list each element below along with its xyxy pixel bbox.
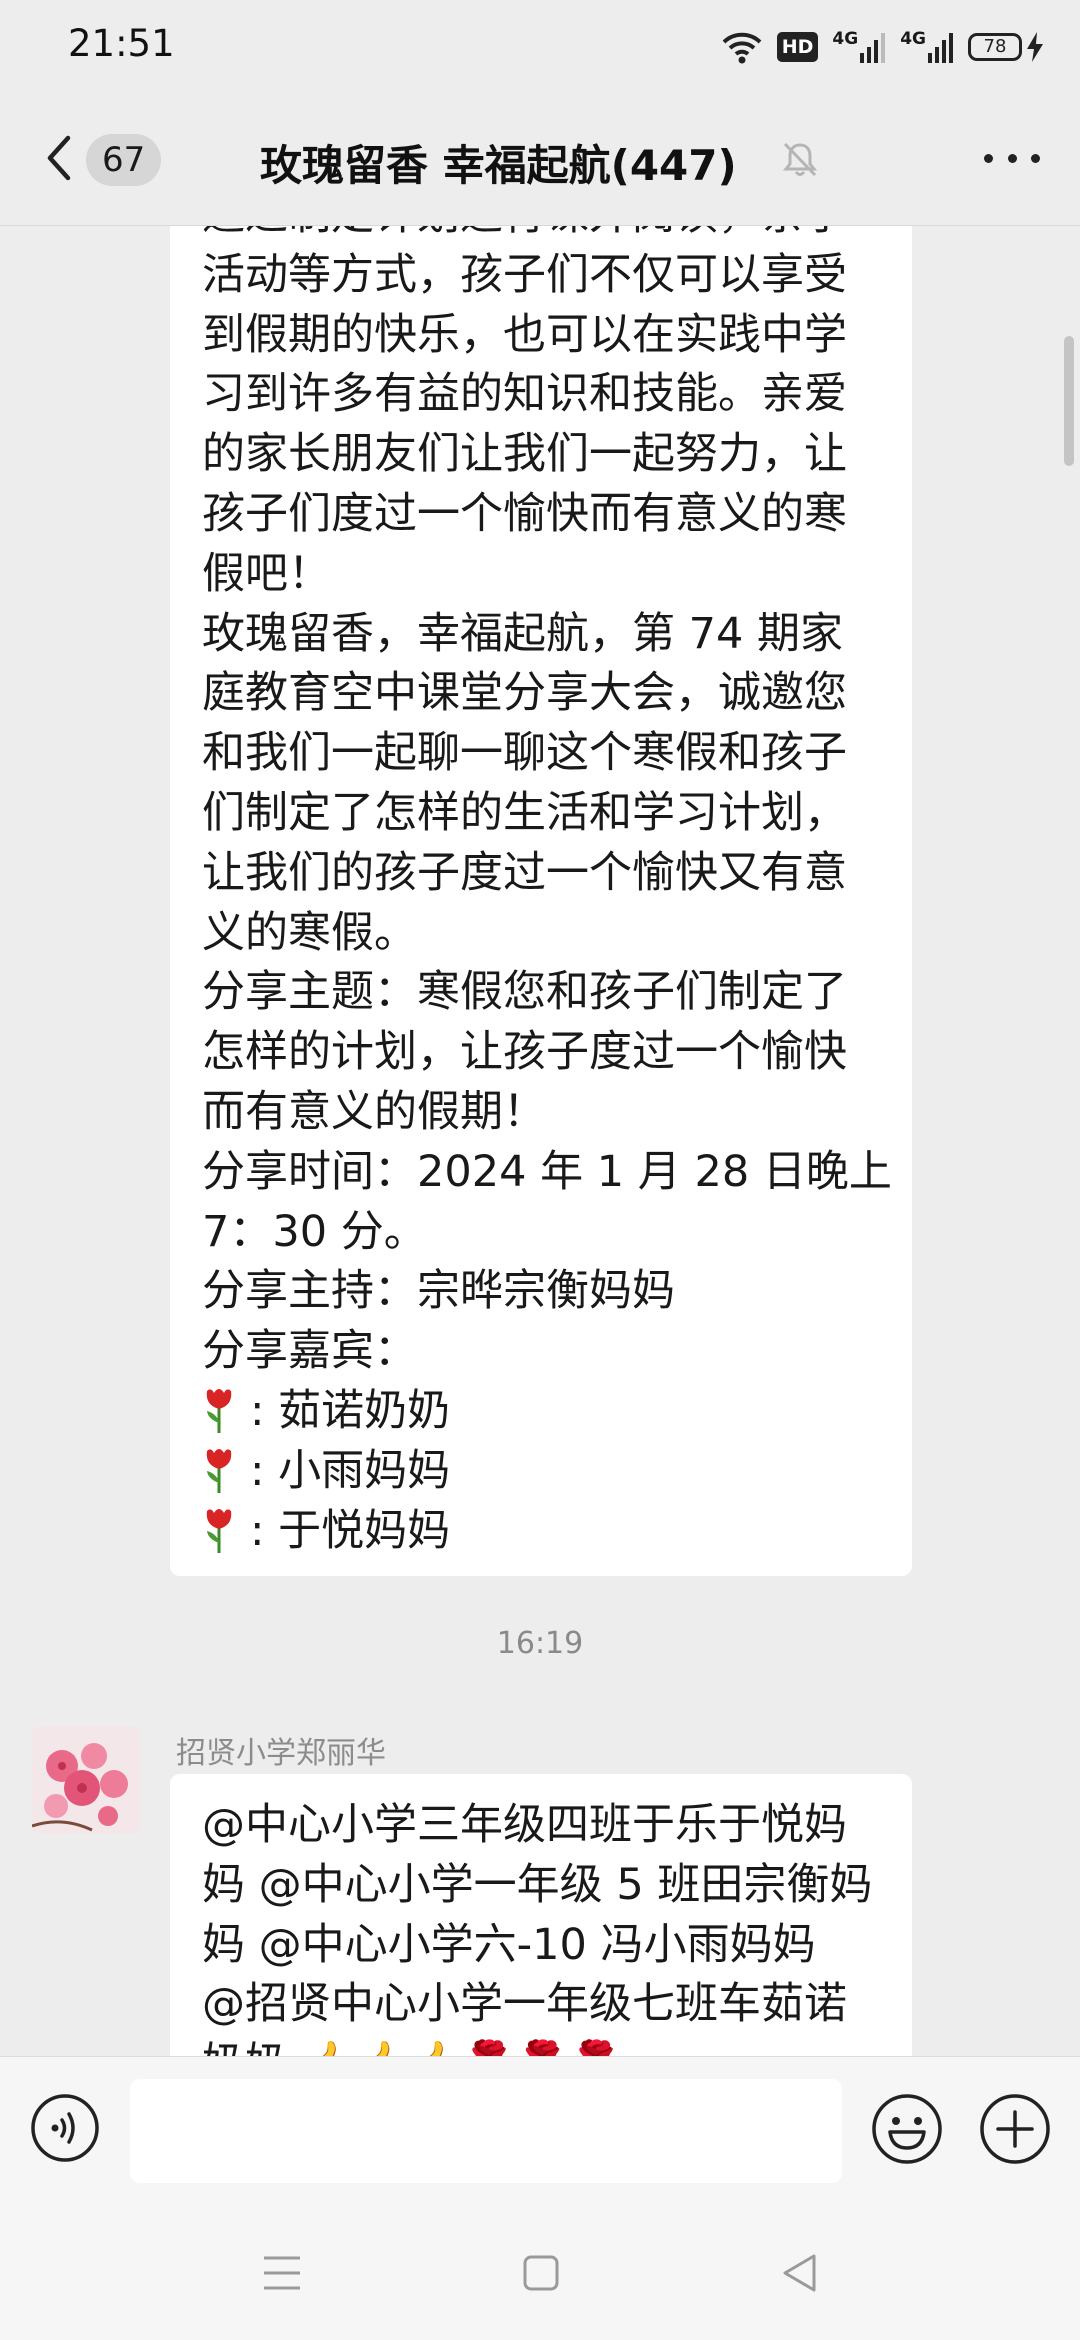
message-line: 通过制定计划进行课外阅读，亲子 [202, 226, 880, 246]
status-time: 21:51 [68, 22, 175, 65]
emoji-icon[interactable] [870, 2092, 944, 2166]
flower-avatar-image [32, 1726, 140, 1834]
message-line: 妈 @中心小学一年级 5 班田宗衡妈 [202, 1859, 873, 1910]
more-dots-icon[interactable] [984, 143, 1040, 173]
status-icons: HD 4G 4G 78 [721, 24, 1044, 70]
unread-count-badge[interactable]: 67 [86, 134, 162, 186]
message-bubble[interactable]: 通过制定计划进行课外阅读，亲子 活动等方式，孩子们不仅可以享受 到假期的快乐，也… [170, 226, 912, 1576]
scrollbar[interactable] [1064, 336, 1074, 466]
message-line: 孩子们度过一个愉快而有意义的寒 [202, 488, 847, 539]
message-bubble[interactable]: @中心小学三年级四班于乐于悦妈 妈 @中心小学一年级 5 班田宗衡妈 妈 @中心… [170, 1774, 912, 2056]
message-line: @中心小学三年级四班于乐于悦妈 [202, 1800, 847, 1850]
message-line: @招贤中心小学一年级七班车茹诺 [202, 1979, 847, 2030]
input-bar [0, 2056, 1080, 2205]
message-line: 到假期的快乐，也可以在实践中学 [202, 309, 847, 360]
plus-icon[interactable] [978, 2092, 1052, 2166]
wifi-icon [722, 32, 762, 64]
guest-line: : 于悦妈妈 [202, 1502, 880, 1562]
signal-1-icon: 4G [832, 31, 886, 63]
chat-header: 67 玫瑰留香 幸福起航(447) [0, 95, 1080, 225]
message-line: 让我们的孩子度过一个愉快又有意 [202, 847, 847, 898]
chevron-left-icon[interactable] [40, 133, 80, 183]
message-line: 怎样的计划，让孩子度过一个愉快 [202, 1027, 847, 1078]
guest-line: : 茹诺奶奶 [202, 1382, 880, 1442]
message-line: 活动等方式，孩子们不仅可以享受 [202, 249, 847, 300]
rose-icon [206, 1508, 232, 1553]
charging-icon [1027, 32, 1043, 62]
avatar[interactable] [32, 1726, 140, 1834]
message-line: 分享主持：宗晔宗衡妈妈 [202, 1266, 675, 1317]
voice-icon[interactable] [29, 2092, 101, 2164]
message-line: 们制定了怎样的生活和学习计划， [202, 787, 847, 838]
battery-icon: 78 [968, 32, 1044, 62]
message-line: 玫瑰留香，幸福起航，第 74 期家 [202, 608, 844, 659]
message-line: 分享嘉宾： [202, 1326, 417, 1377]
message-line: 分享主题：寒假您和孩子们制定了 [202, 967, 847, 1018]
chat-title[interactable]: 玫瑰留香 幸福起航(447) [260, 132, 737, 193]
message-timestamp: 16:19 [496, 1626, 584, 1661]
message-line: 假吧！ [202, 548, 331, 599]
bell-muted-icon [782, 142, 818, 177]
system-navigation-bar [0, 2204, 1080, 2340]
message-line: 分享时间：2024 年 1 月 28 日晚上 [202, 1146, 892, 1197]
message-line: 义的寒假。 [202, 907, 417, 958]
back-triangle-icon[interactable] [780, 2252, 818, 2294]
message-input[interactable] [130, 2079, 842, 2183]
sender-name: 招贤小学郑丽华 [176, 1736, 386, 1771]
status-bar: 21:51 HD 4G 4G 78 [0, 0, 1080, 95]
message-line: 奶奶 👍👍👍🌹🌹🌹 [202, 2035, 880, 2056]
home-icon[interactable] [522, 2254, 560, 2292]
message-line: 的家长朋友们让我们一起努力，让 [202, 429, 847, 480]
message-line: 而有意义的假期！ [202, 1086, 546, 1137]
message-line: 妈 @中心小学六-10 冯小雨妈妈 [202, 1919, 816, 1970]
hd-icon: HD [776, 32, 819, 62]
rose-icon [206, 1388, 232, 1433]
message-line: 7：30 分。 [202, 1206, 427, 1257]
message-line: 庭教育空中课堂分享大会，诚邀您 [202, 668, 847, 719]
signal-2-icon: 4G [900, 31, 954, 63]
menu-icon[interactable] [262, 2254, 302, 2292]
message-line: 和我们一起聊一聊这个寒假和孩子 [202, 728, 847, 779]
message-line: 习到许多有益的知识和技能。亲爱 [202, 369, 847, 420]
rose-icon [206, 1448, 232, 1493]
battery-level: 78 [968, 33, 1022, 61]
chat-message-list[interactable]: 通过制定计划进行课外阅读，亲子 活动等方式，孩子们不仅可以享受 到假期的快乐，也… [0, 226, 1080, 2056]
guest-line: : 小雨妈妈 [202, 1442, 880, 1502]
